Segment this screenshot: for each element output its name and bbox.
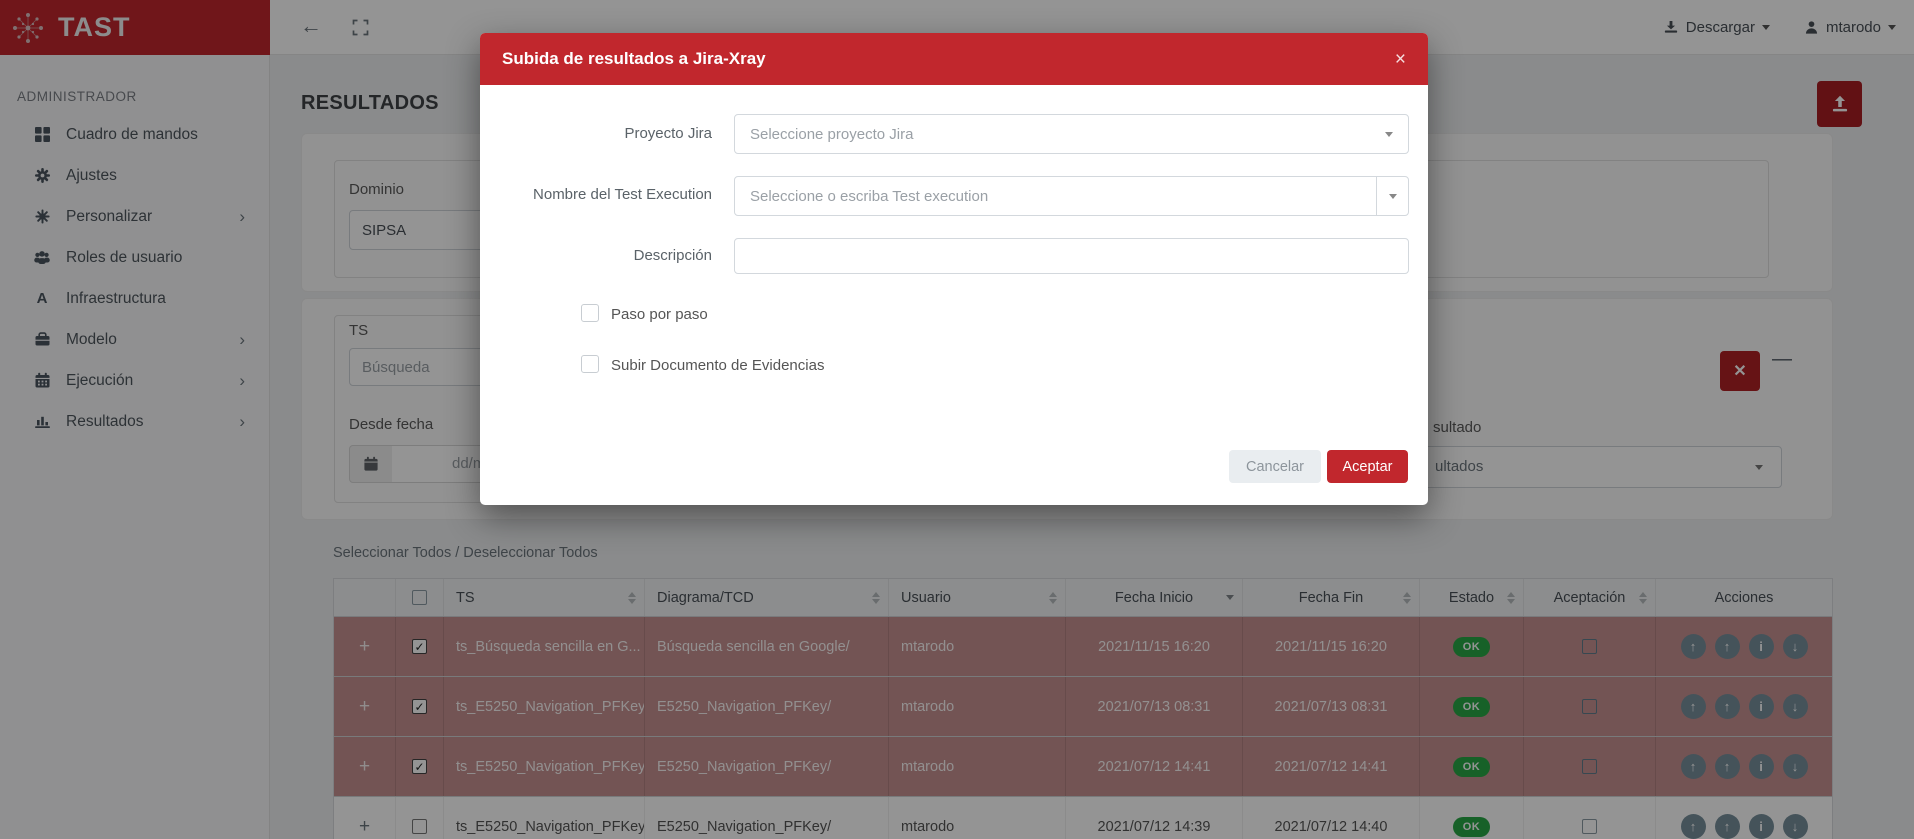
proyecto-placeholder: Seleccione proyecto Jira: [750, 126, 913, 143]
jira-upload-modal: Subida de resultados a Jira-Xray × Proye…: [480, 33, 1428, 505]
paso-por-paso-checkbox[interactable]: [581, 304, 599, 322]
cancel-button[interactable]: Cancelar: [1229, 450, 1321, 483]
chevron-down-icon: [1385, 132, 1393, 137]
modal-header: Subida de resultados a Jira-Xray ×: [480, 33, 1428, 85]
test-execution-select[interactable]: Seleccione o escriba Test execution: [734, 176, 1409, 216]
test-execution-label: Nombre del Test Execution: [480, 186, 712, 203]
evidencias-checkbox[interactable]: [581, 355, 599, 373]
paso-por-paso-label: Paso por paso: [611, 306, 708, 323]
test-execution-placeholder: Seleccione o escriba Test execution: [750, 188, 988, 205]
accept-button[interactable]: Aceptar: [1327, 450, 1408, 483]
descripcion-input[interactable]: [734, 238, 1409, 274]
modal-title: Subida de resultados a Jira-Xray: [502, 49, 766, 69]
proyecto-jira-label: Proyecto Jira: [480, 125, 712, 142]
proyecto-jira-select[interactable]: Seleccione proyecto Jira: [734, 114, 1409, 154]
close-icon[interactable]: ×: [1395, 50, 1406, 69]
app-root: TAST ← Descargar mtarodo ADMIN: [0, 0, 1914, 839]
chevron-down-icon: [1389, 194, 1397, 199]
dropdown-toggle[interactable]: [1376, 177, 1408, 215]
descripcion-label: Descripción: [480, 247, 712, 264]
evidencias-label: Subir Documento de Evidencias: [611, 357, 824, 374]
